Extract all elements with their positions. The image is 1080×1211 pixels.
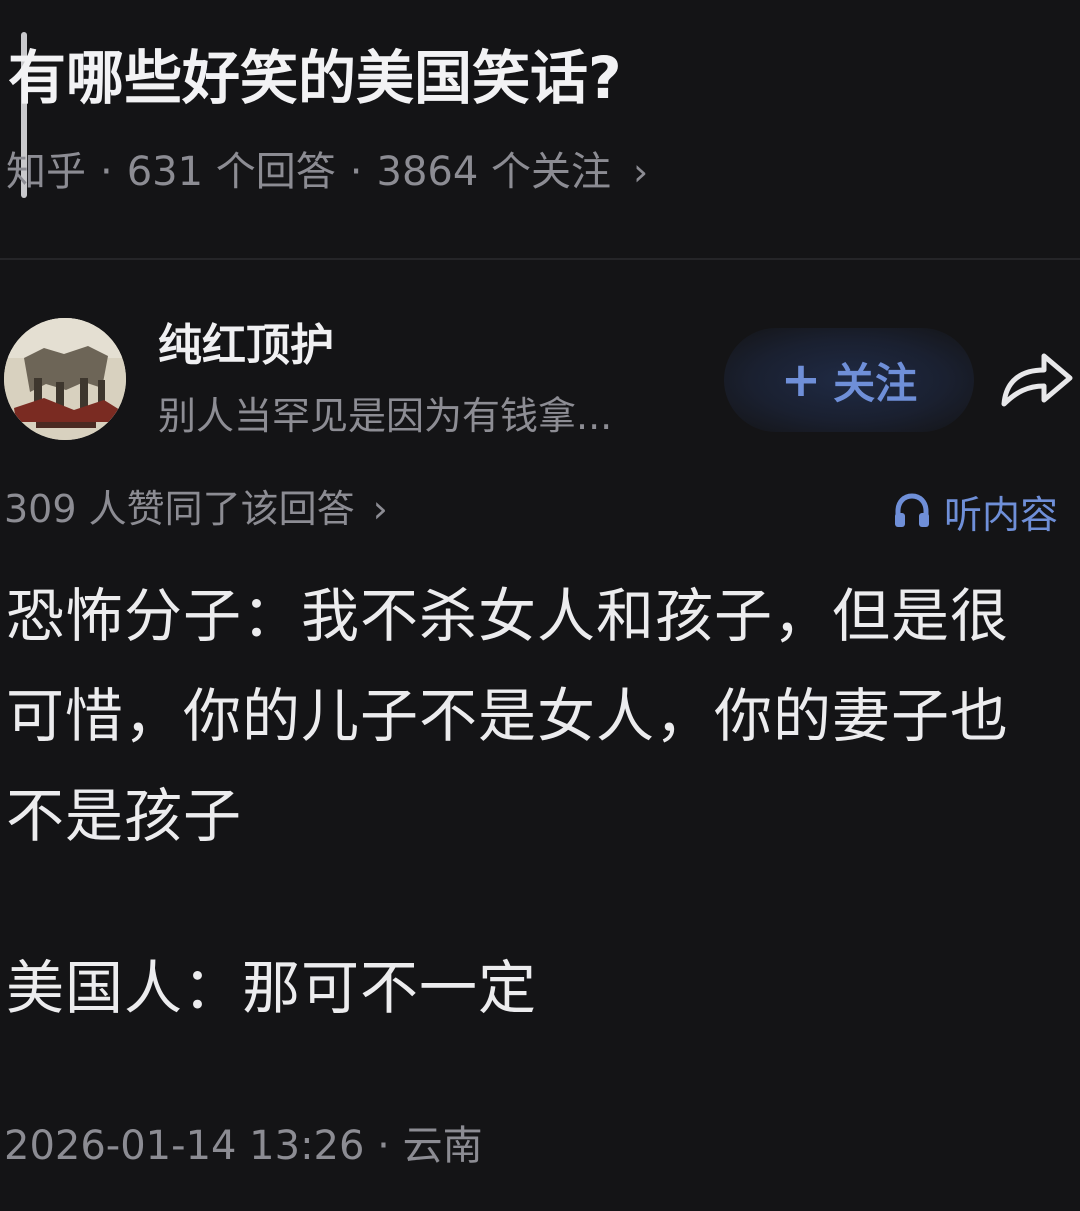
avatar-image xyxy=(4,318,126,440)
listen-label: 听内容 xyxy=(944,492,1059,537)
listen-button[interactable]: 听内容 xyxy=(892,484,1058,538)
answer-paragraph-2: 美国人：那可不一定 xyxy=(6,954,538,1022)
author-bio: 别人当罕见是因为有钱拿... xyxy=(158,394,613,438)
answer-timestamp-location: 2026-01-14 13:26 · 云南 xyxy=(4,1123,483,1169)
headphones-icon xyxy=(895,493,929,527)
source-label: 知乎 xyxy=(6,149,86,195)
upvote-count: 309 人赞同了该回答 xyxy=(4,487,355,531)
upvote-summary[interactable]: 309 人赞同了该回答 › xyxy=(4,482,388,536)
plus-icon: + xyxy=(780,352,822,408)
follow-button[interactable]: + 关注 xyxy=(724,328,974,432)
question-title[interactable]: 有哪些好笑的美国笑话? xyxy=(8,38,622,118)
meta-separator: · xyxy=(349,149,363,195)
meta-separator: · xyxy=(100,149,113,195)
chevron-right-icon: › xyxy=(633,150,649,194)
author-name[interactable]: 纯红顶护 xyxy=(158,316,334,376)
follow-label: 关注 xyxy=(833,358,918,408)
chevron-right-icon: › xyxy=(372,487,388,531)
follower-count: 3864 个关注 xyxy=(376,149,612,195)
question-meta[interactable]: 知乎 · 631 个回答 · 3864 个关注 › xyxy=(6,144,648,200)
answer-paragraph-1: 恐怖分子：我不杀女人和孩子，但是很可惜，你的儿子不是女人，你的妻子也不是孩子 xyxy=(6,582,1010,850)
divider xyxy=(0,258,1080,260)
answer-count: 631 个回答 xyxy=(126,149,336,195)
answer-page: 有哪些好笑的美国笑话? 知乎 · 631 个回答 · 3864 个关注 › 纯红… xyxy=(0,0,1080,1211)
avatar[interactable] xyxy=(4,318,126,440)
share-arrow-icon[interactable] xyxy=(998,346,1076,412)
